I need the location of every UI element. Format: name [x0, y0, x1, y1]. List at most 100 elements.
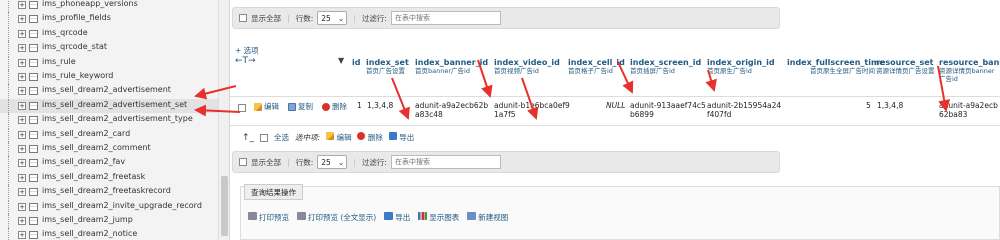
chevron-down-icon: ⌄ [337, 13, 345, 23]
rows-select[interactable]: 25 ⌄ [317, 155, 348, 169]
filter-rows-input[interactable] [390, 11, 501, 25]
sidebar-table-item[interactable]: + ims_sell_dream2_advertisement_set [0, 98, 218, 113]
filter-rows-input[interactable] [390, 155, 501, 169]
tree-line [0, 142, 18, 156]
expand-icon[interactable]: + [18, 145, 26, 153]
expand-icon[interactable]: + [18, 58, 26, 67]
expand-icon[interactable]: + [18, 173, 26, 182]
sidebar-table-item[interactable]: + ims_sell_dream2_jump [0, 214, 218, 228]
expand-icon[interactable]: + [18, 101, 26, 110]
column-header[interactable]: index_set 首页广告设置 [366, 58, 411, 75]
cell-index-fullscreen-time[interactable]: 5 [866, 101, 871, 110]
cell-resource-set[interactable]: 1,3,4,8 [877, 101, 903, 110]
sort-dropdown-icon[interactable]: ▼ [338, 56, 344, 65]
bulk-export-link[interactable]: 导出 [388, 132, 414, 143]
column-header[interactable]: index_origin_id 首页原生广告id [707, 58, 783, 75]
column-header[interactable]: index_banner_id 首页banner广告id [415, 58, 491, 75]
expand-icon[interactable]: + [18, 29, 26, 38]
export-link[interactable]: 导出 [384, 212, 410, 223]
column-header-name[interactable]: resource_banne [939, 58, 1000, 67]
sidebar-table-label: ims_sell_dream2_comment [42, 143, 151, 152]
column-arrows-icon[interactable]: ←T→ [235, 56, 256, 66]
expand-icon[interactable]: + [18, 202, 26, 211]
sidebar-table-item[interactable]: + ims_rule_keyword [0, 70, 218, 84]
column-header-name[interactable]: index_fullscreen_time [787, 58, 885, 67]
select-all-checkbox[interactable] [260, 133, 269, 142]
cell-index-set[interactable]: 1,3,4,8 [367, 101, 393, 110]
sidebar-table-item[interactable]: + ims_sell_dream2_advertisement [0, 84, 218, 99]
cell-index-video-id[interactable]: adunit-b1e6bca0ef91a7f5 [494, 101, 570, 119]
column-header[interactable]: resource_set 资源详情页广告设置 [876, 58, 936, 75]
display-chart-link[interactable]: 显示图表 [418, 212, 459, 223]
select-all-link[interactable]: 全选 [274, 132, 289, 143]
sidebar-table-item[interactable]: + ims_sell_dream2_invite_upgrade_record [0, 199, 218, 214]
sidebar-table-item[interactable]: + ims_sell_dream2_fav [0, 156, 218, 171]
expand-icon[interactable]: + [18, 87, 26, 96]
row-checkbox[interactable] [238, 104, 246, 112]
sidebar-table-item[interactable]: + ims_sell_dream2_advertisement_type [0, 113, 218, 128]
column-header[interactable]: id [352, 58, 364, 67]
bulk-delete-link[interactable]: 删除 [357, 132, 383, 143]
sidebar-scrollbar-thumb[interactable] [221, 176, 228, 236]
sidebar-table-item[interactable]: + ims_phoneapp_versions [0, 0, 218, 12]
column-header-name[interactable]: id [352, 58, 364, 67]
column-header[interactable]: index_cell_id 首页格子广告id [568, 58, 628, 75]
column-header-name[interactable]: index_screen_id [630, 58, 704, 67]
expand-icon[interactable]: + [18, 231, 26, 240]
expand-icon[interactable]: + [18, 1, 26, 9]
cell-index-cell-id[interactable]: NULL [606, 101, 625, 110]
column-header-name[interactable]: index_origin_id [707, 58, 783, 67]
expand-icon[interactable]: + [18, 73, 26, 81]
bulk-edit-link[interactable]: 编辑 [326, 132, 351, 143]
expand-icon[interactable]: + [18, 44, 26, 53]
row-copy-link[interactable]: 复制 [288, 101, 313, 112]
expand-icon[interactable]: + [18, 116, 26, 125]
print-preview-link[interactable]: 打印预览 [248, 212, 289, 223]
tree-line [0, 185, 18, 200]
sidebar-table-item[interactable]: + ims_qrcode [0, 26, 218, 41]
column-header-name[interactable]: resource_set [876, 58, 936, 67]
create-view-label: 新建视图 [478, 213, 509, 222]
row-delete-link[interactable]: 删除 [322, 101, 347, 112]
column-header[interactable]: index_fullscreen_time 首页原生全屏广告时间 [787, 58, 885, 75]
sidebar-table-item[interactable]: + ims_sell_dream2_comment [0, 142, 218, 156]
cell-index-banner-id[interactable]: adunit-a9a2ecb62ba83c48 [415, 101, 491, 119]
row-edit-link[interactable]: 编辑 [254, 101, 279, 112]
cell-resource-banne[interactable]: adunit-a9a2ecb62ba83 [939, 101, 999, 119]
column-header-name[interactable]: index_cell_id [568, 58, 628, 67]
expand-icon[interactable]: + [18, 217, 26, 225]
sidebar-table-item[interactable]: + ims_rule [0, 55, 218, 70]
options-link[interactable]: + 选项 [235, 45, 259, 56]
print-preview-full-link[interactable]: 打印预览 (全文显示) [297, 212, 376, 223]
column-header-name[interactable]: index_video_id [494, 58, 566, 67]
column-header[interactable]: index_screen_id 首页插屏广告id [630, 58, 704, 75]
column-header-comment: 首页视频广告id [494, 67, 539, 75]
sidebar-table-item[interactable]: + ims_sell_dream2_notice [0, 228, 218, 240]
expand-icon[interactable]: + [18, 130, 26, 139]
column-header[interactable]: resource_banne资源详情页banner广告id [939, 58, 1000, 83]
sidebar-table-item[interactable]: + ims_sell_dream2_card [0, 127, 218, 142]
sidebar-table-item[interactable]: + ims_profile_fields [0, 12, 218, 27]
bulk-actions: ↑_ 全选 选中项: 编辑 删除 导出 [242, 132, 414, 143]
cell-index-origin-id[interactable]: adunit-2b15954a24f407fd [707, 101, 783, 119]
sidebar-table-item[interactable]: + ims_sell_dream2_freetask [0, 170, 218, 185]
sidebar-table-label: ims_sell_dream2_advertisement [42, 85, 171, 95]
cell-index-screen-id[interactable]: adunit-913aaef74c5b6899 [630, 101, 706, 119]
sidebar-scrollbar[interactable] [218, 0, 229, 240]
sidebar-table-item[interactable]: + ims_qrcode_stat [0, 41, 218, 56]
column-header-name[interactable]: index_banner_id [415, 58, 491, 67]
sidebar-table-label: ims_sell_dream2_notice [42, 229, 138, 239]
expand-icon[interactable]: + [18, 15, 26, 24]
expand-icon[interactable]: + [18, 188, 26, 197]
expand-icon[interactable]: + [18, 159, 26, 168]
rows-select[interactable]: 25 ⌄ [317, 11, 348, 25]
sidebar-table-item[interactable]: + ims_sell_dream2_freetaskrecord [0, 185, 218, 200]
column-header[interactable]: index_video_id 首页视频广告id [494, 58, 566, 75]
show-all-checkbox[interactable] [239, 158, 247, 166]
rows-select-value: 25 [321, 157, 331, 167]
show-all-checkbox[interactable] [239, 14, 247, 22]
column-header-name[interactable]: index_set [366, 58, 411, 67]
cell-id[interactable]: 1 [357, 101, 362, 110]
create-view-link[interactable]: 新建视图 [467, 212, 508, 223]
tree-line [0, 170, 18, 185]
